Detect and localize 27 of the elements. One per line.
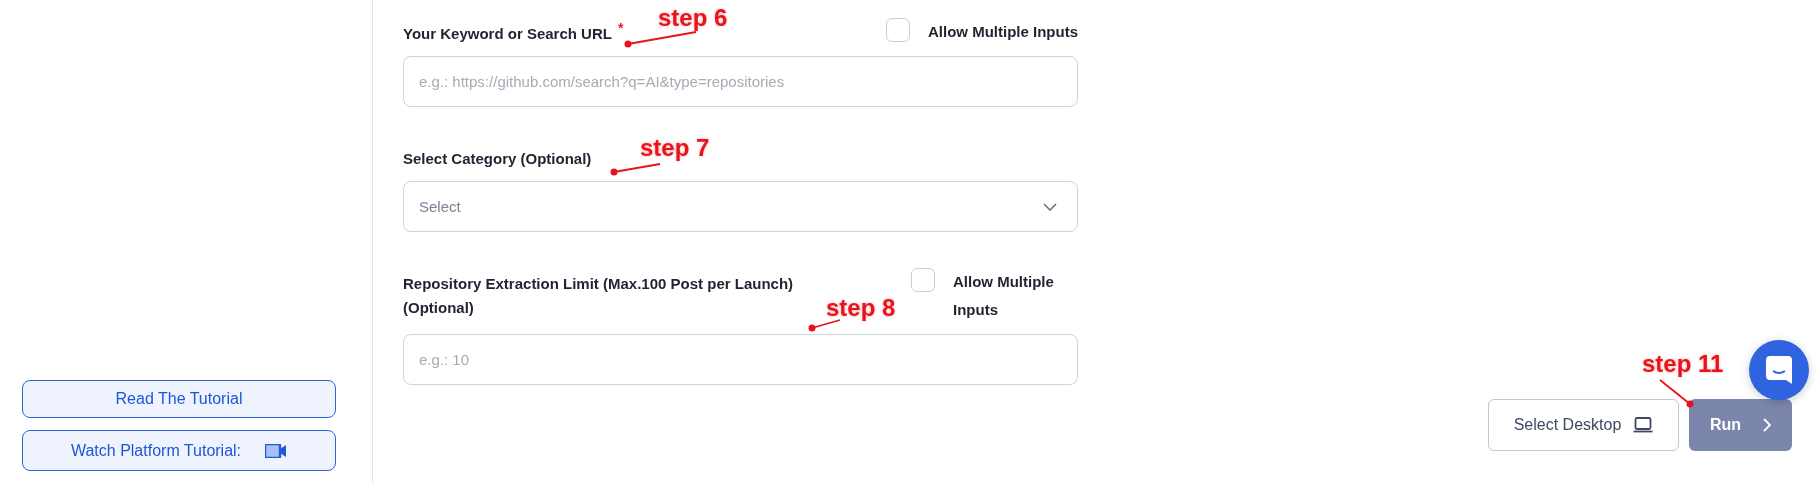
checkbox-label: Allow Multiple Inputs [928,22,1078,42]
step-annotation: step 8 [826,294,896,322]
tutorial-button[interactable]: Watch Platform Tutorial: [22,430,336,471]
step-annotation: step 7 [640,134,710,162]
video-camera-icon [265,443,288,458]
category-select[interactable]: Select [403,181,1078,232]
input-field[interactable]: e.g.: 10 [403,334,1078,385]
chevron-down-icon [1043,202,1057,211]
checkbox-label: Allow Multiple Inputs [953,272,1055,320]
field-label: Your Keyword or Search URL * [403,22,624,44]
checkbox[interactable] [911,268,935,292]
field-label: Select Category (Optional) [403,149,592,169]
checkbox[interactable] [886,18,910,42]
annotation-arrow [610,163,661,176]
annotation-arrow [1659,379,1694,408]
tutorial-button[interactable]: Read The Tutorial [22,380,336,418]
step-annotation: step 11 [1642,350,1724,378]
chevron-right-icon [1763,418,1772,432]
input-field[interactable]: e.g.: https://github.com/search?q=AI&type=repositories [403,56,1078,107]
field-label: Repository Extraction Limit (Max.100 Post per Launch) (Optional) [403,274,795,318]
annotation-arrow [808,319,841,332]
step-annotation: step 6 [658,4,728,32]
laptop-icon [1633,417,1654,433]
select-desktop-button[interactable]: Select Desktop [1488,399,1679,451]
required-asterisk: * [617,20,624,36]
chat-icon [1766,356,1792,384]
chat-button[interactable] [1749,340,1809,400]
